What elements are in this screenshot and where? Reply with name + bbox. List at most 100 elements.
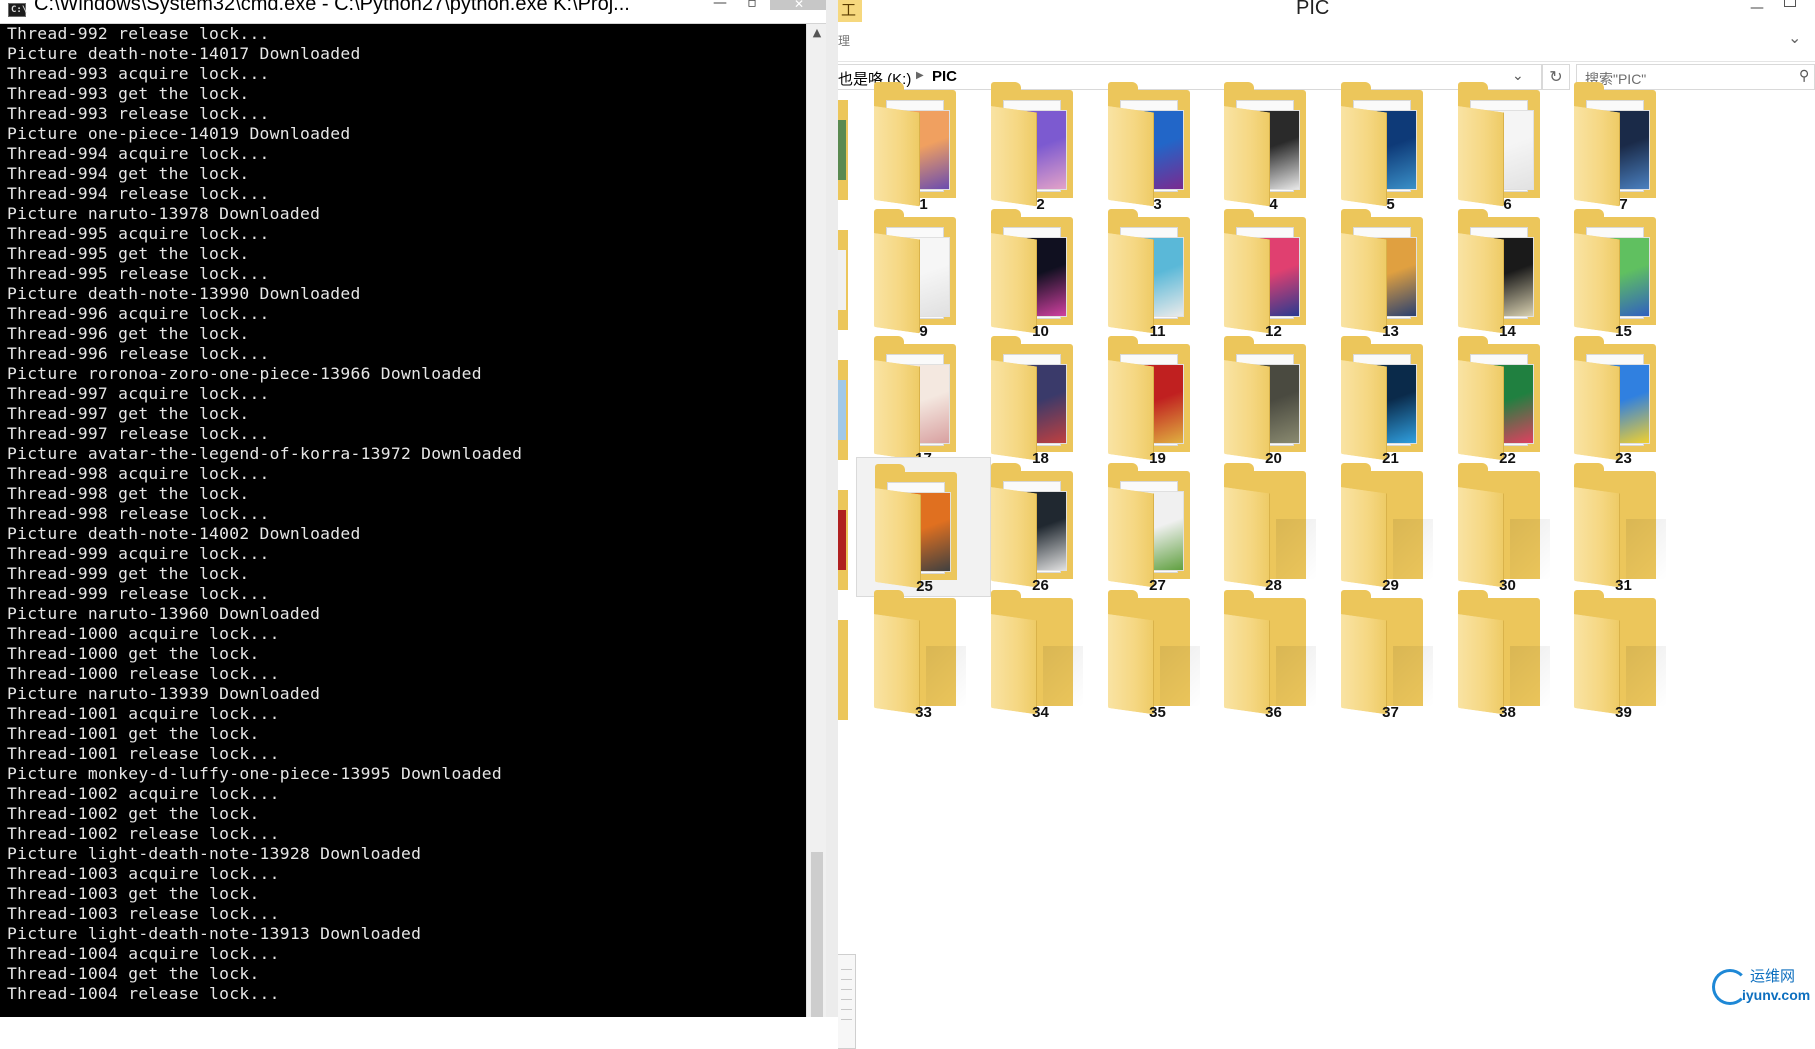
folder-front — [1458, 614, 1504, 715]
folder-front — [991, 487, 1037, 588]
watermark-logo: 运维网 iyunv.com — [1712, 965, 1812, 1010]
folder-item[interactable]: 38 — [1440, 584, 1575, 724]
console-line: Picture roronoa-zoro-one-piece-13966 Dow… — [7, 364, 482, 383]
folder-item[interactable]: 22 — [1440, 330, 1575, 470]
folder-thumbnail — [838, 510, 846, 570]
folder-item[interactable]: 5 — [1323, 76, 1458, 216]
folder-shadow — [1510, 646, 1550, 706]
folder-item[interactable]: 34 — [973, 584, 1108, 724]
folder-item[interactable]: 27 — [1090, 457, 1225, 597]
folder-thumbnail — [838, 120, 846, 180]
folder-front — [1574, 360, 1620, 461]
console-line: Picture naruto-13960 Downloaded — [7, 604, 321, 623]
cmd-window[interactable]: C:\ C:\Windows\System32\cmd.exe - C:\Pyt… — [0, 0, 838, 1017]
console-line: Picture light-death-note-13928 Downloade… — [7, 844, 422, 863]
folder-item[interactable]: 11 — [1090, 203, 1225, 343]
folder-item[interactable]: 19 — [1090, 330, 1225, 470]
folder-front — [1458, 233, 1504, 334]
ribbon-manage-tab[interactable]: 理 — [838, 32, 850, 49]
maximize-icon[interactable] — [1784, 0, 1796, 7]
folder-item[interactable]: 3 — [1090, 76, 1225, 216]
folder-item-partial[interactable] — [838, 100, 856, 200]
console-line: Thread-1004 release lock... — [7, 984, 280, 1003]
console-line: Thread-1001 acquire lock... — [7, 704, 280, 723]
folder-item[interactable]: 14 — [1440, 203, 1575, 343]
console-line: Thread-998 acquire lock... — [7, 464, 270, 483]
folder-item[interactable]: 2 — [973, 76, 1108, 216]
folder-item[interactable]: 33 — [856, 584, 991, 724]
ribbon-tools-tab[interactable]: 工具 — [838, 0, 862, 39]
folder-front — [1224, 614, 1270, 715]
cmd-window-title: C:\Windows\System32\cmd.exe - C:\Python2… — [34, 0, 630, 15]
folder-item[interactable]: 4 — [1206, 76, 1341, 216]
folder-item[interactable]: 25 — [856, 457, 991, 597]
explorer-titlebar[interactable]: PIC — — [862, 0, 1815, 22]
folder-front — [1224, 233, 1270, 334]
cmd-titlebar[interactable]: C:\ C:\Windows\System32\cmd.exe - C:\Pyt… — [0, 0, 838, 24]
folder-item[interactable]: 39 — [1556, 584, 1691, 724]
scroll-thumb[interactable] — [811, 852, 823, 1017]
ribbon-expand-chevron-icon[interactable]: ⌄ — [1788, 28, 1801, 47]
folder-item[interactable]: 23 — [1556, 330, 1691, 470]
console-line: Thread-1001 release lock... — [7, 744, 280, 763]
console-line: Picture death-note-14017 Downloaded — [7, 44, 361, 63]
cmd-icon: C:\ — [8, 3, 27, 17]
console-line: Thread-1002 get the lock. — [7, 804, 260, 823]
console-line: Thread-1000 release lock... — [7, 664, 280, 683]
folder-item-partial[interactable] — [838, 230, 856, 330]
console-line: Picture light-death-note-13913 Downloade… — [7, 924, 422, 943]
folder-front — [1108, 614, 1154, 715]
search-icon[interactable]: ⚲ — [1799, 68, 1809, 84]
console-line: Thread-1002 acquire lock... — [7, 784, 280, 803]
folder-item[interactable]: 31 — [1556, 457, 1691, 597]
folder-item[interactable]: 28 — [1206, 457, 1341, 597]
console-line: Thread-993 get the lock. — [7, 84, 250, 103]
console-line: Thread-993 acquire lock... — [7, 64, 270, 83]
console-line: Picture monkey-d-luffy-one-piece-13995 D… — [7, 764, 503, 783]
folder-item[interactable]: 36 — [1206, 584, 1341, 724]
folder-item[interactable]: 9 — [856, 203, 991, 343]
folder-label: 37 — [1382, 704, 1399, 721]
folder-item[interactable]: 20 — [1206, 330, 1341, 470]
folder-label: 39 — [1615, 704, 1632, 721]
folder-item[interactable]: 37 — [1323, 584, 1458, 724]
explorer-window[interactable]: 工具 PIC — 理 ⌄ 也是咯 (K:) ▶ PIC ⌄ ↻ 搜索"PIC" … — [838, 0, 1815, 1049]
console-line: Thread-998 get the lock. — [7, 484, 250, 503]
scroll-up-arrow-icon[interactable]: ▲ — [807, 24, 827, 42]
folder-item[interactable]: 21 — [1323, 330, 1458, 470]
folder-item-partial[interactable] — [838, 490, 856, 590]
folder-shadow — [1510, 519, 1550, 579]
folder-item[interactable]: 1 — [856, 76, 991, 216]
minimize-icon[interactable]: — — [706, 0, 734, 10]
maximize-icon[interactable]: ▫ — [738, 0, 766, 10]
console-line: Thread-1003 release lock... — [7, 904, 280, 923]
folder-item[interactable]: 17 — [856, 330, 991, 470]
folder-front — [874, 360, 920, 461]
close-icon[interactable]: ✕ — [770, 0, 828, 10]
folder-item-partial[interactable] — [838, 360, 856, 460]
folder-item[interactable]: 35 — [1090, 584, 1225, 724]
folder-front — [874, 233, 920, 334]
folder-item[interactable]: 6 — [1440, 76, 1575, 216]
folder-item[interactable]: 29 — [1323, 457, 1458, 597]
folder-front — [1224, 106, 1270, 207]
console-output[interactable]: Thread-992 release lock... Picture death-… — [7, 24, 802, 1017]
console-scrollbar[interactable]: ▲ — [806, 24, 826, 1017]
folder-item[interactable]: 18 — [973, 330, 1108, 470]
folder-item[interactable]: 30 — [1440, 457, 1575, 597]
folder-front — [1458, 360, 1504, 461]
minimize-icon[interactable]: — — [1750, 0, 1764, 16]
folder-label: 34 — [1032, 704, 1049, 721]
folder-front — [1108, 487, 1154, 588]
console-line: Thread-995 get the lock. — [7, 244, 250, 263]
folder-item[interactable]: 12 — [1206, 203, 1341, 343]
navigation-pane[interactable] — [838, 94, 856, 1049]
folder-item[interactable]: 13 — [1323, 203, 1458, 343]
folder-front — [1108, 106, 1154, 207]
folder-item[interactable]: 15 — [1556, 203, 1691, 343]
folder-item[interactable]: 26 — [973, 457, 1108, 597]
folder-item[interactable]: 7 — [1556, 76, 1691, 216]
folder-item-partial[interactable] — [838, 620, 856, 720]
folder-item[interactable]: 10 — [973, 203, 1108, 343]
console-line: Thread-1001 get the lock. — [7, 724, 260, 743]
